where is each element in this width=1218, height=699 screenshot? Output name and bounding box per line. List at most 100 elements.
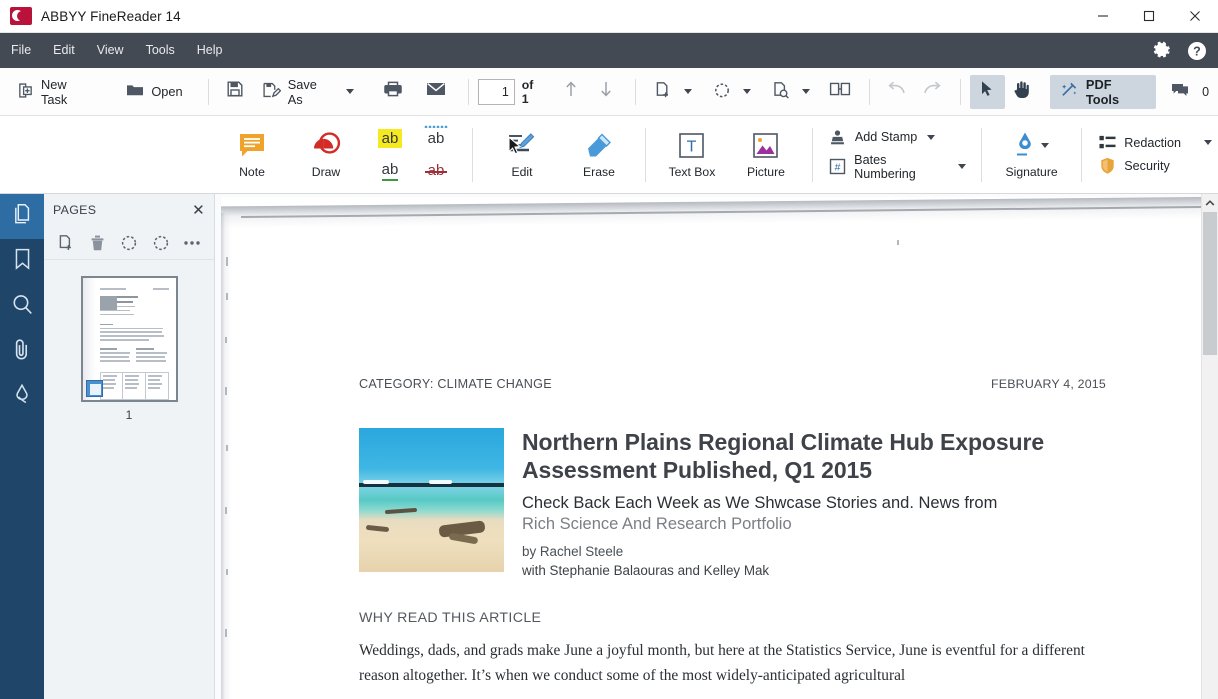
next-page-button[interactable] — [588, 75, 623, 109]
ribbon-redaction-label: Redaction — [1124, 135, 1181, 150]
chevron-down-icon[interactable] — [1204, 140, 1212, 145]
page-thumbnail-1[interactable]: 1 — [80, 276, 178, 422]
chevron-down-icon[interactable] — [957, 164, 966, 169]
highlight-icon: ab — [377, 129, 403, 148]
ribbon-redaction-button[interactable]: Redaction — [1097, 135, 1212, 150]
menu-tools[interactable]: Tools — [135, 33, 186, 68]
chevron-down-icon[interactable] — [346, 89, 355, 94]
folder-icon — [126, 82, 144, 101]
ribbon-separator-5 — [1081, 127, 1083, 182]
previous-page-button[interactable] — [553, 75, 588, 109]
pages-icon — [12, 203, 33, 230]
ribbon-text-box-button[interactable]: T Text Box — [655, 116, 729, 193]
ribbon-security-button[interactable]: Security — [1097, 157, 1212, 174]
ribbon-picture-button[interactable]: Picture — [729, 116, 803, 193]
menu-help[interactable]: Help — [186, 33, 234, 68]
new-task-button[interactable]: New Task — [8, 75, 103, 109]
ribbon-note-label: Note — [239, 165, 265, 179]
ribbon-note-button[interactable]: Note — [215, 116, 289, 193]
ribbon-group-insert: T Text Box Picture — [655, 116, 803, 193]
ribbon-picture-label: Picture — [746, 165, 785, 179]
signature-icon — [12, 383, 32, 411]
envelope-icon — [426, 81, 446, 102]
ribbon-erase-button[interactable]: Erase — [562, 116, 636, 193]
scan-speck — [225, 337, 227, 343]
pdf-tools-icon — [1060, 81, 1079, 102]
sidebar-item-attachments[interactable] — [0, 329, 44, 374]
add-pages-button[interactable] — [645, 75, 696, 109]
rotate-pages-button[interactable] — [704, 75, 755, 109]
trash-icon[interactable] — [86, 232, 108, 254]
add-page-icon — [654, 81, 672, 102]
ribbon-edit-button[interactable]: Edit — [482, 116, 562, 193]
ribbon-signature-button[interactable]: Signature — [991, 116, 1072, 193]
scrollbar-thumb[interactable] — [1203, 212, 1217, 355]
open-button[interactable]: Open — [117, 75, 191, 109]
sidebar-item-pages[interactable] — [0, 194, 44, 239]
ellipsis-icon[interactable] — [181, 232, 203, 254]
ribbon-underline-button[interactable]: ab — [370, 157, 410, 185]
email-button[interactable] — [418, 75, 453, 109]
gear-icon[interactable] — [1151, 40, 1173, 62]
ribbon-group-stamp: Add Stamp # Bates Numbering — [822, 116, 972, 193]
page-number-input[interactable]: 1 — [477, 78, 515, 105]
compare-documents-button[interactable] — [822, 75, 857, 109]
abbyy-logo-icon — [10, 7, 32, 25]
sidebar-item-signatures[interactable] — [0, 374, 44, 419]
save-as-label: Save As — [287, 76, 317, 107]
ribbon-draw-button[interactable]: Draw — [289, 116, 363, 193]
save-button[interactable] — [218, 75, 253, 109]
hand-tool-button[interactable] — [1005, 75, 1040, 109]
close-icon[interactable]: ✕ — [192, 203, 205, 218]
picture-icon — [752, 130, 779, 160]
comments-button[interactable]: 0 — [1162, 75, 1218, 109]
svg-text:#: # — [835, 162, 841, 173]
ribbon-security-label: Security — [1124, 158, 1170, 173]
svg-text:?: ? — [1193, 44, 1201, 58]
menu-file[interactable]: File — [0, 33, 42, 68]
undo-button[interactable] — [879, 75, 914, 109]
menu-view[interactable]: View — [86, 33, 135, 68]
toolbar-separator-4 — [869, 78, 871, 105]
close-button[interactable] — [1172, 0, 1218, 33]
draw-shape-icon — [311, 130, 341, 160]
document-viewer[interactable]: CATEGORY: CLIMATE CHANGE FEBRUARY 4, 201… — [215, 194, 1218, 699]
chevron-down-icon[interactable] — [684, 89, 693, 94]
chevron-down-icon[interactable] — [927, 134, 936, 140]
print-button[interactable] — [375, 75, 410, 109]
sidebar-item-search[interactable] — [0, 284, 44, 329]
ribbon-markup-grid: ab ab ab ab — [367, 123, 459, 187]
number-sign-icon: # — [828, 158, 847, 175]
document-body-text: Weddings, dads, and grads make June a jo… — [359, 642, 1085, 684]
add-page-icon[interactable] — [55, 232, 77, 254]
rotate-right-icon[interactable] — [150, 232, 172, 254]
ribbon-highlight-button[interactable]: ab — [370, 125, 410, 153]
rotate-left-icon[interactable] — [118, 232, 140, 254]
ribbon-bates-numbering-label: Bates Numbering — [854, 152, 916, 181]
recognize-button[interactable] — [763, 75, 814, 109]
minimize-button[interactable] — [1080, 0, 1126, 33]
ribbon-bates-numbering-button[interactable]: # Bates Numbering — [828, 153, 966, 181]
question-circle-icon[interactable]: ? — [1186, 40, 1208, 62]
sidebar-item-bookmarks[interactable] — [0, 239, 44, 284]
pages-panel-toolbar — [44, 226, 214, 260]
undo-icon — [887, 81, 907, 102]
redo-button[interactable] — [915, 75, 950, 109]
chevron-down-icon[interactable] — [802, 89, 811, 94]
save-disk-icon — [226, 80, 244, 103]
chevron-up-icon[interactable] — [1202, 194, 1218, 211]
ribbon-dotted-underline-button[interactable]: ab — [416, 124, 456, 153]
maximize-button[interactable] — [1126, 0, 1172, 33]
document-subtitle-line1: Check Back Each Week as We Shwcase Stori… — [522, 494, 998, 513]
save-as-button[interactable]: Save As — [253, 75, 364, 109]
menu-edit[interactable]: Edit — [42, 33, 86, 68]
chevron-down-icon[interactable] — [1041, 142, 1050, 148]
ribbon-strikethrough-button[interactable]: ab — [416, 157, 456, 185]
vertical-scrollbar[interactable] — [1201, 194, 1218, 699]
thumbnail-photo — [99, 296, 117, 310]
save-as-icon — [262, 81, 282, 102]
ribbon-add-stamp-button[interactable]: Add Stamp — [828, 129, 966, 146]
chevron-down-icon[interactable] — [743, 89, 752, 94]
select-tool-button[interactable] — [969, 74, 1005, 109]
pdf-tools-button[interactable]: PDF Tools — [1049, 74, 1157, 109]
